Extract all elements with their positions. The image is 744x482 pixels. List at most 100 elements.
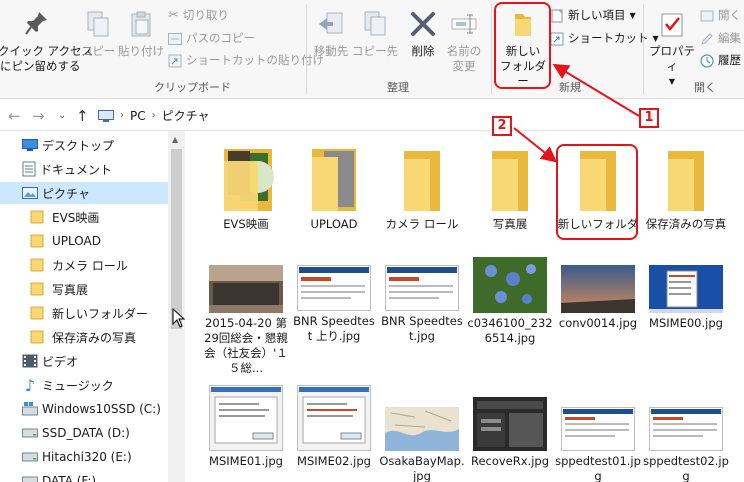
nav-item-upload[interactable]: UPLOAD — [0, 230, 168, 252]
file-item-label: sppedtest02.jpg — [643, 454, 729, 482]
address-bar: ← → ⌄ ↑ › PC › ピクチャ — [0, 99, 744, 131]
folder-icon — [30, 282, 44, 296]
file-item-label: カメラ ロール — [385, 217, 459, 231]
nav-item-drive-f[interactable]: DATA (F:) — [0, 470, 168, 482]
rename-icon — [451, 14, 477, 34]
clipboard-group-label: クリップボード — [154, 81, 231, 94]
image-thumbnail — [385, 265, 459, 311]
file-item-label: c0346100_2326514.jpg — [467, 316, 553, 345]
edit-icon — [701, 32, 713, 45]
group-separator — [306, 4, 307, 94]
folder-icon — [30, 306, 44, 320]
edit-button[interactable]: 編集 — [700, 31, 741, 46]
properties-button[interactable]: プロパティ ▼ — [647, 10, 697, 89]
annotation-highlight-new-folder-item — [556, 144, 638, 240]
file-item-camera-roll[interactable]: カメラ ロール — [379, 147, 465, 232]
nav-item-desktop[interactable]: デスクトップ — [0, 134, 168, 156]
paste-shortcut-button[interactable]: ショートカットの貼り付け — [168, 53, 324, 68]
copy-path-button[interactable]: パスのコピー — [168, 31, 255, 46]
folder-icon — [30, 210, 44, 224]
crumb-pc[interactable]: PC — [130, 109, 146, 123]
nav-item-label: SSD_DATA (D:) — [42, 426, 130, 440]
image-thumbnail — [649, 407, 723, 451]
nav-item-label: 写真展 — [52, 282, 89, 297]
move-to-icon — [319, 12, 343, 34]
delete-label: 削除 — [411, 44, 435, 58]
file-item-image[interactable]: MSIME01.jpg — [203, 385, 289, 469]
move-to-label: 移動先 — [313, 44, 349, 58]
nav-item-saved-pictures[interactable]: 保存済みの写真 — [0, 326, 168, 348]
paste-icon — [131, 11, 151, 37]
rename-button[interactable]: 名前の 変更 — [441, 10, 487, 74]
pin-label-1: クイック アクセス — [0, 44, 94, 58]
nav-item-drive-d[interactable]: SSD_DATA (D:) — [0, 422, 168, 444]
copy-to-button[interactable]: コピー先 — [352, 10, 398, 59]
file-item-image[interactable]: BNR Speedtest 上り.jpg — [291, 265, 377, 344]
delete-button[interactable]: 削除 — [403, 10, 443, 59]
nav-item-label: Hitachi320 (E:) — [42, 450, 132, 464]
scroll-thumb[interactable] — [171, 149, 182, 329]
drive-icon — [22, 476, 38, 482]
file-item-label: 保存済みの写真 — [645, 217, 727, 231]
nav-item-new-folder[interactable]: 新しいフォルダー — [0, 302, 168, 324]
organize-group-label: 整理 — [387, 81, 409, 94]
file-item-evs-movie[interactable]: EVS映画 — [203, 147, 289, 232]
move-to-button[interactable]: 移動先 — [310, 10, 352, 59]
file-item-image[interactable]: RecoveRx.jpg — [467, 397, 553, 469]
file-item-photo-exhibition[interactable]: 写真展 — [467, 147, 553, 232]
pin-quick-access-button[interactable]: クイック アクセス にピン留めする — [0, 10, 94, 74]
file-item-image[interactable]: MSIME02.jpg — [291, 385, 377, 469]
file-item-image[interactable]: sppedtest01.jpg — [555, 407, 641, 482]
file-list: EVS映画 UPLOAD カメラ ロール 写真展 新しいフォルダ 保存済みの写真… — [185, 131, 744, 482]
nav-item-label: ミュージック — [42, 378, 114, 393]
up-arrow-icon[interactable]: ↑ — [76, 107, 89, 125]
nav-item-drive-c[interactable]: Windows10SSD (C:) — [0, 398, 168, 420]
file-item-image[interactable]: c0346100_2326514.jpg — [467, 257, 553, 346]
copy-button[interactable]: コピー — [80, 10, 116, 59]
nav-item-camera-roll[interactable]: カメラ ロール — [0, 254, 168, 276]
file-item-image[interactable]: MSIME00.jpg — [643, 265, 729, 331]
scroll-up-icon[interactable]: ▲ — [172, 135, 178, 144]
nav-item-drive-e[interactable]: Hitachi320 (E:) — [0, 446, 168, 468]
file-item-image[interactable]: conv0014.jpg — [555, 265, 641, 331]
mouse-cursor — [172, 308, 186, 328]
navigation-pane: デスクトップ ドキュメント ピクチャ EVS映画 UPLOAD カメラ ロール … — [0, 131, 185, 482]
forward-arrow-icon[interactable]: → — [32, 107, 45, 125]
crumb-pictures[interactable]: ピクチャ — [162, 107, 210, 124]
cut-button[interactable]: ✂ 切り取り — [168, 8, 229, 23]
breadcrumb[interactable]: › PC › ピクチャ — [98, 107, 210, 124]
music-icon: ♪ — [24, 375, 36, 395]
file-item-image[interactable]: BNR Speedtest.jpg — [379, 265, 465, 344]
desktop-icon — [22, 139, 38, 151]
nav-scrollbar[interactable]: ▲ — [168, 131, 185, 482]
open-button[interactable]: 開く — [700, 8, 741, 23]
recent-dropdown-icon[interactable]: ⌄ — [58, 110, 66, 121]
nav-item-label: カメラ ロール — [52, 258, 128, 273]
drive-icon — [22, 452, 38, 462]
file-item-image[interactable]: OsakaBayMap.jpg — [379, 407, 465, 482]
paste-button[interactable]: 貼り付け — [118, 10, 164, 59]
nav-item-music[interactable]: ♪ ミュージック — [0, 374, 168, 396]
file-item-image[interactable]: 2015-04-20 第29回総会・懇親会（社友会）'１５総... — [203, 265, 289, 376]
back-arrow-icon[interactable]: ← — [8, 107, 21, 125]
nav-item-evs-movie[interactable]: EVS映画 — [0, 206, 168, 228]
nav-item-videos[interactable]: ビデオ — [0, 350, 168, 372]
annotation-badge-1: 1 — [639, 108, 659, 128]
image-thumbnail — [473, 257, 547, 313]
file-item-label: 写真展 — [492, 217, 528, 231]
file-item-upload[interactable]: UPLOAD — [291, 147, 377, 232]
file-item-label: MSIME02.jpg — [297, 454, 371, 468]
history-button[interactable]: 履歴 — [700, 53, 741, 68]
pin-icon — [25, 12, 47, 35]
nav-item-documents[interactable]: ドキュメント — [0, 158, 168, 180]
file-item-saved-pictures[interactable]: 保存済みの写真 — [643, 147, 729, 232]
rename-label-2: 変更 — [452, 59, 476, 73]
nav-item-pictures[interactable]: ピクチャ — [0, 182, 168, 204]
history-label: 履歴 — [718, 53, 741, 67]
nav-item-photo-exhibition[interactable]: 写真展 — [0, 278, 168, 300]
file-item-image[interactable]: sppedtest02.jpg — [643, 407, 729, 482]
nav-item-label: UPLOAD — [52, 234, 101, 248]
new-item-button[interactable]: 新しい項目 ▼ — [550, 8, 636, 23]
file-item-label: sppedtest01.jpg — [555, 454, 641, 482]
copy-path-icon — [168, 32, 182, 45]
